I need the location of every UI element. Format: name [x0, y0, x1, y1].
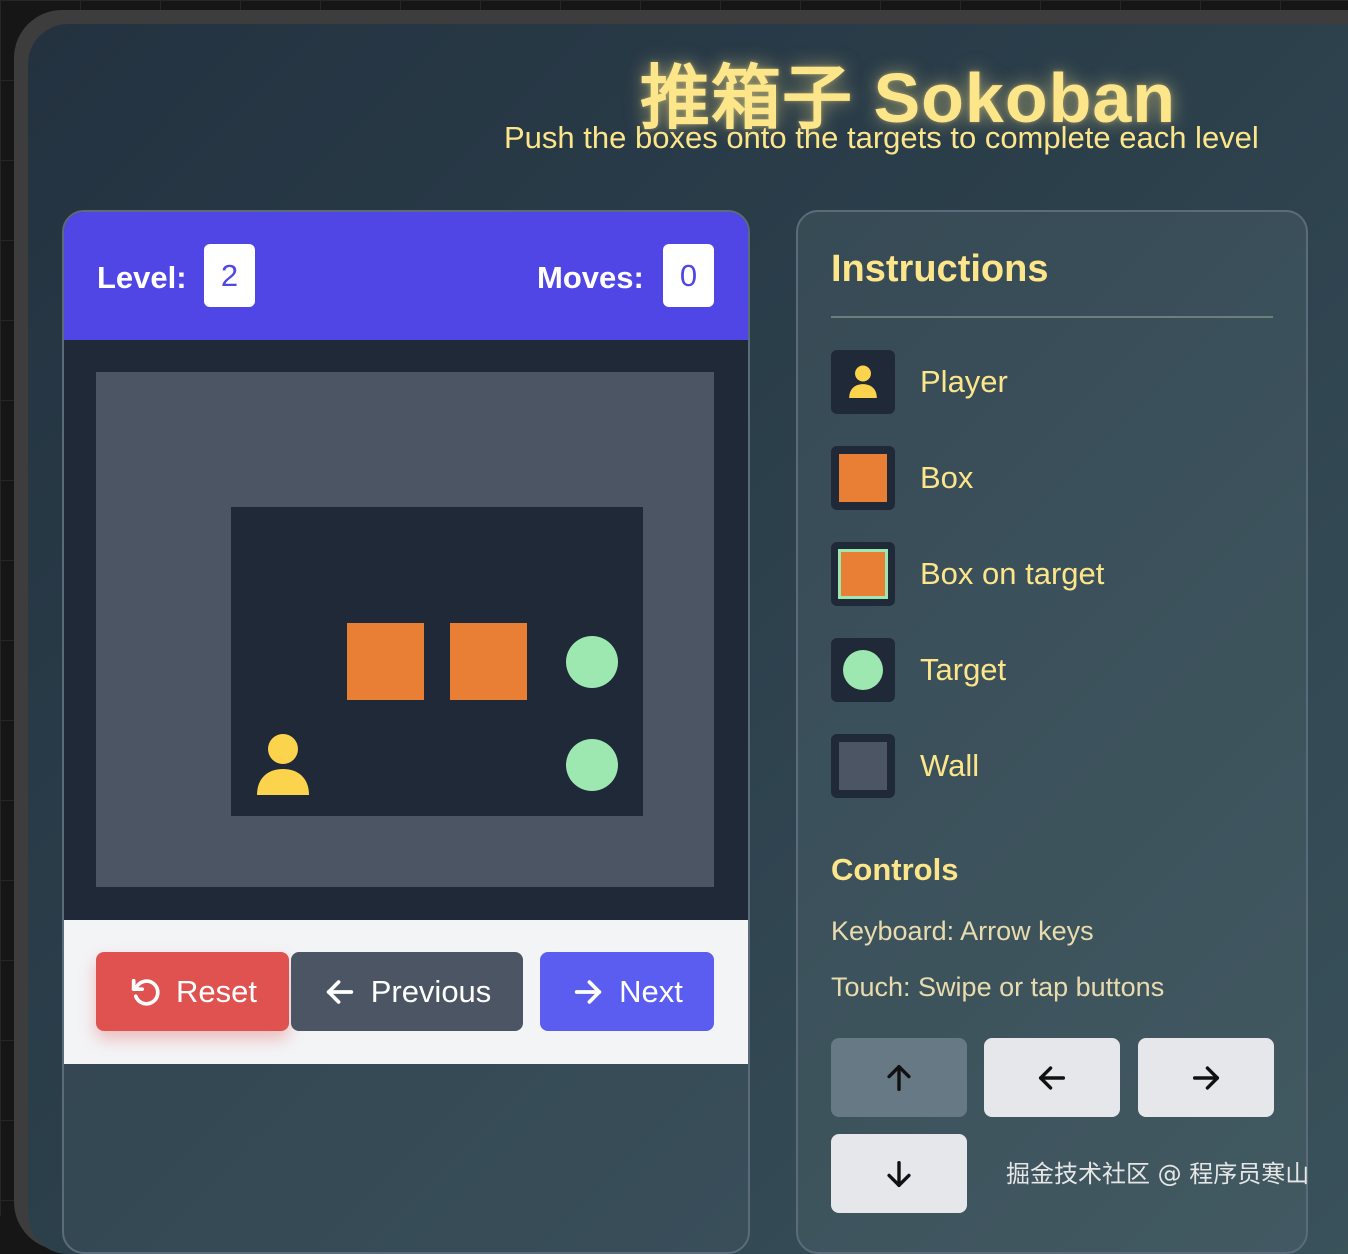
game-header: Level: 2 Moves: 0 — [64, 212, 748, 340]
target-icon — [843, 650, 883, 690]
level-value: 2 — [204, 244, 255, 307]
player-icon — [256, 733, 309, 795]
box-icon — [450, 623, 527, 700]
move-down-button[interactable] — [831, 1134, 967, 1213]
reset-button[interactable]: Reset — [96, 952, 289, 1031]
legend-label: Wall — [920, 748, 980, 783]
reset-label: Reset — [176, 973, 257, 1009]
floor-region — [231, 507, 643, 816]
page-subtitle: Push the boxes onto the targets to compl… — [504, 120, 1259, 155]
legend-label: Target — [920, 652, 1007, 687]
box-icon — [839, 454, 887, 502]
move-up-button[interactable] — [831, 1038, 967, 1117]
legend-label: Player — [920, 364, 1008, 399]
arrow-left-icon — [326, 979, 353, 1004]
arrow-right-icon — [1192, 1065, 1220, 1090]
level-label: Level: — [97, 260, 187, 295]
box-tile — [437, 610, 540, 713]
instructions-heading: Instructions — [831, 248, 1049, 290]
target-tile — [540, 610, 643, 713]
legend-label: Box — [920, 460, 974, 495]
legend-player: Player — [831, 350, 1271, 414]
game-controls: Reset Previous Next — [64, 920, 748, 1064]
next-label: Next — [619, 973, 683, 1009]
keyboard-hint: Keyboard: Arrow keys — [831, 916, 1094, 946]
previous-button[interactable]: Previous — [291, 952, 523, 1031]
player-tile — [231, 713, 334, 816]
game-panel: Level: 2 Moves: 0 Reset Previous Next — [62, 210, 750, 1254]
move-right-button[interactable] — [1138, 1038, 1274, 1117]
legend-wall: Wall — [831, 734, 1271, 798]
arrow-up-icon — [887, 1064, 911, 1091]
previous-label: Previous — [370, 973, 492, 1009]
player-icon — [849, 365, 877, 398]
legend-box-on-target: Box on target — [831, 542, 1271, 606]
box-tile — [334, 610, 437, 713]
moves-value: 0 — [663, 244, 714, 307]
moves-label: Moves: — [537, 260, 644, 295]
target-tile — [540, 713, 643, 816]
target-icon — [565, 635, 618, 688]
legend-swatch — [831, 350, 895, 414]
move-left-button[interactable] — [984, 1038, 1120, 1117]
legend-swatch — [831, 638, 895, 702]
app-container: 推箱子 Sokoban Push the boxes onto the targ… — [28, 24, 1348, 1254]
reset-icon — [131, 978, 160, 1006]
legend-swatch — [831, 542, 895, 606]
controls-heading: Controls — [831, 852, 959, 887]
instructions-panel: Instructions Player Box Box on target Ta… — [796, 210, 1308, 1254]
wall-region — [96, 372, 714, 887]
box-icon — [347, 623, 424, 700]
wall-icon — [839, 742, 887, 790]
legend-target: Target — [831, 638, 1271, 702]
divider — [831, 316, 1273, 318]
arrow-right-icon — [574, 979, 602, 1004]
box-on-target-icon — [838, 549, 888, 599]
arrow-left-icon — [1038, 1065, 1066, 1090]
touch-hint: Touch: Swipe or tap buttons — [831, 972, 1165, 1002]
arrow-down-icon — [887, 1160, 911, 1187]
game-board[interactable] — [64, 340, 748, 920]
legend-label: Box on target — [920, 556, 1105, 591]
legend-box: Box — [831, 446, 1271, 510]
target-icon — [565, 738, 618, 791]
legend-swatch — [831, 446, 895, 510]
legend-swatch — [831, 734, 895, 798]
watermark: 掘金技术社区 @ 程序员寒山 — [1006, 1160, 1310, 1188]
next-button[interactable]: Next — [540, 952, 714, 1031]
